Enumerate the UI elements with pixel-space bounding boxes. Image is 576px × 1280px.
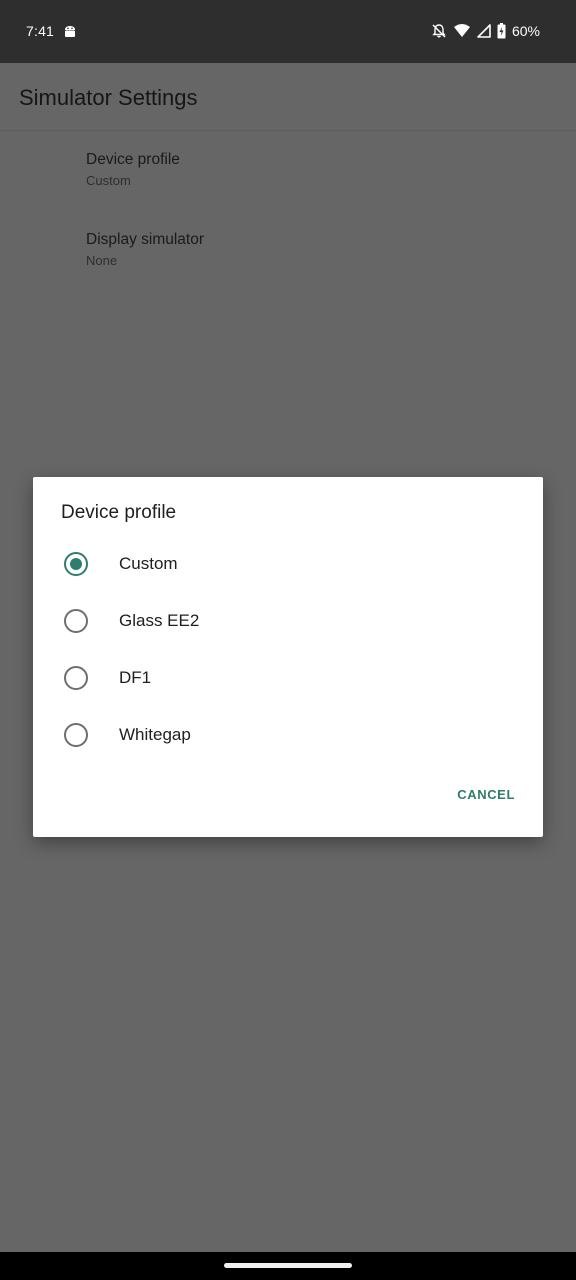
page-title: Simulator Settings <box>19 85 198 110</box>
android-notification-icon <box>65 26 75 37</box>
dialog-title: Device profile <box>61 502 177 523</box>
option-custom[interactable]: Custom <box>33 535 543 592</box>
cellular-signal-icon <box>477 24 491 38</box>
wifi-icon <box>453 24 470 37</box>
option-df1[interactable]: DF1 <box>33 649 543 706</box>
radio-button[interactable] <box>64 665 88 690</box>
battery-charging-icon <box>497 23 506 39</box>
radio-button[interactable] <box>64 608 88 633</box>
preference-device-profile[interactable]: Device profile Custom <box>86 151 180 188</box>
status-bar: 7:41 60% <box>0 0 576 63</box>
preference-title: Device profile <box>86 151 180 168</box>
notifications-off-icon <box>432 24 446 38</box>
navigation-bar <box>0 1252 576 1280</box>
device-profile-dialog: Device profile Custom Glass EE2 DF1 Whit… <box>33 477 543 837</box>
status-time: 7:41 <box>26 23 55 39</box>
battery-percent: 60% <box>511 23 540 39</box>
option-label: Glass EE2 <box>119 610 200 630</box>
option-label: Custom <box>119 553 178 573</box>
preference-title: Display simulator <box>86 231 205 248</box>
option-glass-ee2[interactable]: Glass EE2 <box>33 592 543 649</box>
option-label: DF1 <box>119 667 152 687</box>
cancel-button[interactable]: CANCEL <box>449 783 523 806</box>
app-bar: Simulator Settings <box>0 63 576 131</box>
option-label: Whitegap <box>119 724 191 744</box>
status-icons: 60% <box>431 22 540 40</box>
preference-summary: None <box>86 253 118 268</box>
preference-display-simulator[interactable]: Display simulator None <box>86 231 204 268</box>
home-gesture-handle[interactable] <box>224 1263 352 1268</box>
option-whitegap[interactable]: Whitegap <box>33 706 543 763</box>
radio-button-checked[interactable] <box>64 551 88 576</box>
preference-summary: Custom <box>86 173 131 188</box>
radio-button[interactable] <box>64 722 88 747</box>
